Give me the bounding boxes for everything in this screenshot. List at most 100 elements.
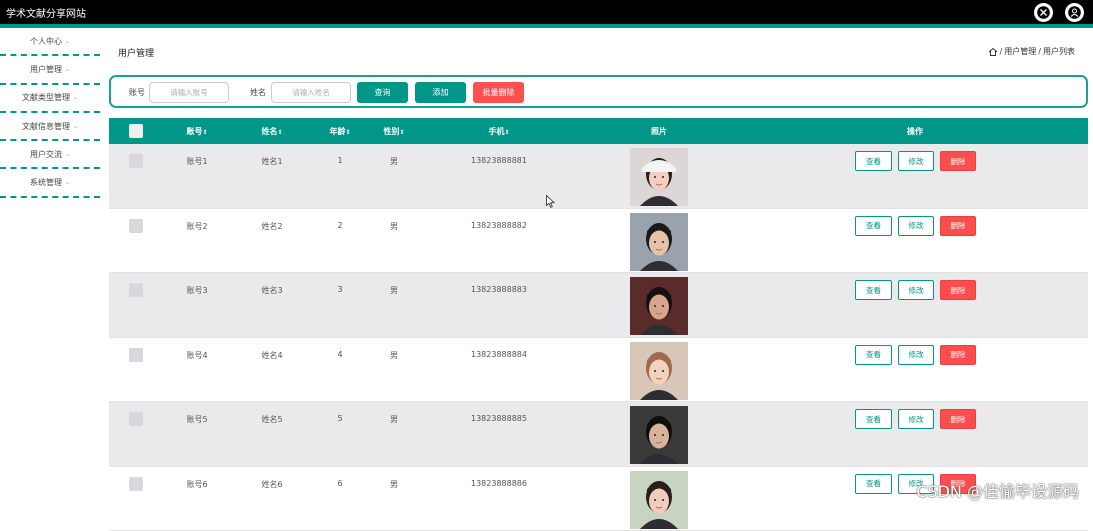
- chevron-down-icon: ⌄: [65, 179, 70, 186]
- sort-icon: ⇕: [504, 129, 509, 136]
- column-header-photo: 照片: [651, 126, 667, 137]
- row-checkbox[interactable]: [129, 154, 143, 168]
- cell-account: 账号1: [186, 156, 207, 167]
- user-photo: [630, 213, 688, 271]
- mouse-cursor-icon: [546, 195, 555, 208]
- sidebar-item-doc-type-management[interactable]: 文献类型管理⌄: [0, 85, 100, 113]
- view-button[interactable]: 查看: [855, 409, 892, 429]
- sidebar-item-doc-info-management[interactable]: 文献信息管理⌄: [0, 113, 100, 141]
- sidebar-item-label: 系统管理: [30, 177, 62, 188]
- accent-strip: [0, 24, 1093, 28]
- view-button[interactable]: 查看: [855, 280, 892, 300]
- cell-phone: 13823888881: [471, 156, 527, 165]
- sidebar-item-user-management[interactable]: 用户管理⌄: [0, 56, 100, 84]
- delete-button[interactable]: 删除: [940, 151, 976, 171]
- cell-name: 姓名3: [261, 285, 282, 296]
- user-table: 账号⇕ 姓名⇕ 年龄⇕ 性别⇕ 手机⇕ 照片 操作 账号1 姓名1 1 男 13…: [109, 118, 1088, 531]
- name-input[interactable]: [271, 82, 351, 103]
- column-header-account[interactable]: 账号⇕: [186, 126, 207, 137]
- column-header-age[interactable]: 年龄⇕: [329, 126, 350, 137]
- row-checkbox[interactable]: [129, 219, 143, 233]
- user-photo: [630, 471, 688, 529]
- cell-phone: 13823888883: [471, 285, 527, 294]
- user-photo: [630, 406, 688, 464]
- sidebar-item-personal-center[interactable]: 个人中心⌄: [0, 28, 100, 56]
- fullscreen-icon[interactable]: [1034, 3, 1053, 22]
- cell-gender: 男: [390, 479, 398, 490]
- site-title: 学术文献分享网站: [6, 5, 86, 20]
- cell-phone: 13823888886: [471, 479, 527, 488]
- edit-button[interactable]: 修改: [898, 345, 934, 365]
- view-button[interactable]: 查看: [855, 151, 892, 171]
- user-icon[interactable]: [1065, 3, 1084, 22]
- chevron-down-icon: ⌄: [73, 123, 78, 130]
- cell-name: 姓名5: [261, 414, 282, 425]
- cell-account: 账号4: [186, 350, 207, 361]
- chevron-down-icon: ⌄: [73, 94, 78, 101]
- cell-phone: 13823888885: [471, 414, 527, 423]
- cell-name: 姓名6: [261, 479, 282, 490]
- search-form: 账号 姓名 查询 添加 批量删除: [109, 75, 1088, 108]
- sidebar-item-system-management[interactable]: 系统管理⌄: [0, 169, 100, 197]
- row-checkbox[interactable]: [129, 477, 143, 491]
- breadcrumb-item[interactable]: 用户管理: [1004, 46, 1036, 57]
- column-header-phone[interactable]: 手机⇕: [488, 126, 509, 137]
- table-header: 账号⇕ 姓名⇕ 年龄⇕ 性别⇕ 手机⇕ 照片 操作: [109, 118, 1088, 144]
- table-row: 账号1 姓名1 1 男 13823888881 查看 修改 删除: [109, 144, 1088, 209]
- sidebar-item-user-communication[interactable]: 用户交流⌄: [0, 141, 100, 169]
- sort-icon: ⇕: [399, 129, 404, 136]
- user-photo: [630, 148, 688, 206]
- delete-button[interactable]: 删除: [940, 280, 976, 300]
- account-label: 账号: [129, 87, 145, 98]
- sidebar-item-label: 文献类型管理: [22, 92, 70, 103]
- cell-age: 1: [337, 156, 342, 165]
- chevron-down-icon: ⌄: [65, 38, 70, 45]
- view-button[interactable]: 查看: [855, 474, 892, 494]
- sort-icon: ⇕: [202, 129, 207, 136]
- cell-gender: 男: [390, 285, 398, 296]
- view-button[interactable]: 查看: [855, 216, 892, 236]
- cell-age: 6: [337, 479, 342, 488]
- table-body: 账号1 姓名1 1 男 13823888881 查看 修改 删除 账号2 姓名2…: [109, 144, 1088, 531]
- account-input[interactable]: [149, 82, 229, 103]
- column-header-gender[interactable]: 性别⇕: [383, 126, 404, 137]
- delete-button[interactable]: 删除: [940, 345, 976, 365]
- cell-age: 3: [337, 285, 342, 294]
- watermark: CSDN @佳愉毕设源码: [916, 478, 1079, 502]
- edit-button[interactable]: 修改: [898, 151, 934, 171]
- edit-button[interactable]: 修改: [898, 409, 934, 429]
- page-title: 用户管理: [118, 46, 154, 59]
- table-row: 账号4 姓名4 4 男 13823888884 查看 修改 删除: [109, 338, 1088, 403]
- query-button[interactable]: 查询: [357, 82, 408, 103]
- cell-age: 2: [337, 221, 342, 230]
- column-header-name[interactable]: 姓名⇕: [261, 126, 282, 137]
- cell-gender: 男: [390, 414, 398, 425]
- cell-name: 姓名4: [261, 350, 282, 361]
- sidebar: 个人中心⌄ 用户管理⌄ 文献类型管理⌄ 文献信息管理⌄ 用户交流⌄ 系统管理⌄: [0, 28, 104, 198]
- edit-button[interactable]: 修改: [898, 280, 934, 300]
- view-button[interactable]: 查看: [855, 345, 892, 365]
- batch-delete-button[interactable]: 批量删除: [473, 82, 524, 103]
- add-button[interactable]: 添加: [415, 82, 466, 103]
- cell-account: 账号6: [186, 479, 207, 490]
- cell-name: 姓名1: [261, 156, 282, 167]
- select-all-checkbox[interactable]: [129, 124, 143, 138]
- home-icon[interactable]: [988, 47, 998, 57]
- row-checkbox[interactable]: [129, 412, 143, 426]
- row-checkbox[interactable]: [129, 283, 143, 297]
- delete-button[interactable]: 删除: [940, 409, 976, 429]
- user-photo: [630, 277, 688, 335]
- delete-button[interactable]: 删除: [940, 216, 976, 236]
- table-row: 账号3 姓名3 3 男 13823888883 查看 修改 删除: [109, 273, 1088, 338]
- cell-account: 账号3: [186, 285, 207, 296]
- chevron-down-icon: ⌄: [65, 66, 70, 73]
- top-bar: 学术文献分享网站: [0, 0, 1093, 24]
- cell-age: 4: [337, 350, 342, 359]
- cell-age: 5: [337, 414, 342, 423]
- cell-account: 账号2: [186, 221, 207, 232]
- edit-button[interactable]: 修改: [898, 216, 934, 236]
- sort-icon: ⇕: [277, 129, 282, 136]
- row-checkbox[interactable]: [129, 348, 143, 362]
- sidebar-item-label: 个人中心: [30, 36, 62, 47]
- table-row: 账号5 姓名5 5 男 13823888885 查看 修改 删除: [109, 402, 1088, 467]
